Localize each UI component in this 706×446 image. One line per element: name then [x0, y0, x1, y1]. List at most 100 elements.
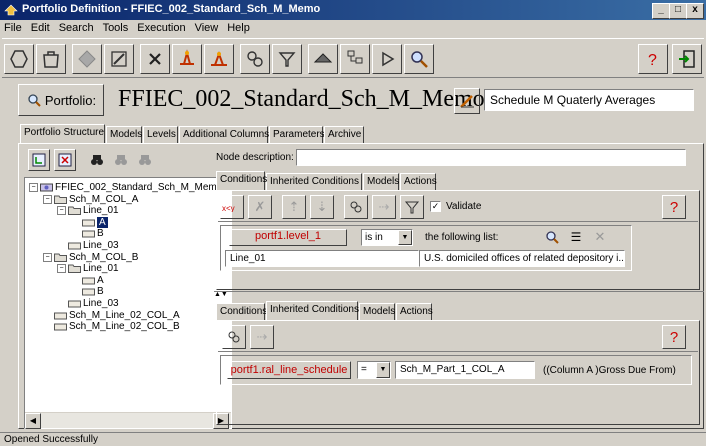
hierarchy-button[interactable]: [340, 44, 370, 74]
menu-file[interactable]: File: [0, 20, 27, 34]
condition-operator-select[interactable]: is in ▼: [361, 229, 413, 246]
tab-inherited-conditions[interactable]: Inherited Conditions: [266, 173, 362, 190]
inherited-help-button[interactable]: ?: [662, 325, 686, 349]
tab-parameters[interactable]: Parameters: [269, 126, 325, 143]
binoculars-next-icon: [139, 155, 151, 165]
splitter-arrows-icon: ▲▼: [214, 291, 228, 298]
inherited-field-button[interactable]: portf1.ral_line_schedule: [227, 361, 351, 379]
add-node-button[interactable]: [28, 149, 50, 171]
find-next-button[interactable]: [134, 149, 156, 171]
remove-condition-button[interactable]: ✗: [248, 195, 272, 219]
copy-condition-button[interactable]: ⇢: [372, 195, 396, 219]
nodes-sub-button[interactable]: [344, 195, 368, 219]
filter-sub-button[interactable]: [400, 195, 424, 219]
edit-button[interactable]: [104, 44, 134, 74]
tree-node[interactable]: Sch_M_Line_02_COL_B: [43, 320, 180, 333]
list-button[interactable]: ☰: [565, 226, 587, 248]
logic-button[interactable]: x<y: [220, 195, 244, 219]
portfolio-button[interactable]: Portfolio:: [18, 84, 104, 116]
inherited-tabs: Conditions Inherited Conditions Models A…: [216, 301, 696, 321]
node-detail-pane: Node description: Conditions Inherited C…: [214, 145, 704, 428]
lookup-button[interactable]: [541, 226, 563, 248]
inherited-operator-value: =: [361, 364, 367, 375]
tab-models-sub[interactable]: Models: [363, 173, 399, 190]
clear-list-button[interactable]: ✕: [589, 226, 611, 248]
nodes-button[interactable]: [240, 44, 270, 74]
splitter[interactable]: ▲▼: [214, 291, 704, 298]
portfolio-description-field[interactable]: Schedule M Quaterly Averages: [484, 89, 694, 111]
inherited-copy-button[interactable]: ⇢: [250, 325, 274, 349]
help-button[interactable]: ?: [638, 44, 668, 74]
save-disk-icon: [78, 50, 96, 68]
lookup-magnifier-icon: [546, 231, 559, 244]
menu-help[interactable]: Help: [223, 20, 255, 34]
tab-portfolio-structure[interactable]: Portfolio Structure: [20, 124, 105, 143]
menu-search[interactable]: Search: [55, 20, 99, 34]
tab-actions[interactable]: Actions: [400, 173, 437, 190]
collapse-icon[interactable]: −: [57, 264, 66, 274]
inherited-copy-icon: ⇢: [256, 329, 268, 344]
validate-checkbox[interactable]: ✓: [430, 201, 441, 212]
logic-operator-icon: x<y: [222, 204, 235, 212]
find-prev-button[interactable]: [110, 149, 132, 171]
collapse-icon[interactable]: −: [43, 252, 52, 262]
inherited-operator-select[interactable]: = ▼: [357, 361, 391, 379]
delete-node-icon: [58, 153, 72, 167]
minimize-button[interactable]: _: [652, 3, 670, 19]
inherited-nodes-button[interactable]: [222, 325, 246, 349]
edit-name-button[interactable]: [454, 88, 480, 114]
inherited-help-icon: ?: [669, 328, 679, 346]
play-button[interactable]: [372, 44, 402, 74]
find-node-button[interactable]: [86, 149, 108, 171]
help-sub-button[interactable]: ?: [662, 195, 686, 219]
save-button[interactable]: [72, 44, 102, 74]
collapse-icon[interactable]: −: [57, 206, 66, 216]
tree-node-label: Sch_M_Line_02_COL_A: [69, 309, 180, 321]
new-button[interactable]: [4, 44, 34, 74]
close-button[interactable]: x: [686, 3, 704, 19]
find-button[interactable]: [404, 44, 434, 74]
tab-models[interactable]: Models: [106, 126, 142, 143]
tab-archive[interactable]: Archive: [324, 126, 364, 143]
structure-pane: − FFIEC_002_Standard_Sch_M_Memo − Sch_M_COL…: [20, 145, 232, 429]
node-description-input[interactable]: [296, 149, 686, 166]
binoculars-prev-icon: [115, 155, 127, 165]
condition-field-button[interactable]: portf1.level_1: [229, 229, 347, 246]
tab-conditions-2[interactable]: Conditions: [216, 303, 267, 320]
list-icon: ☰: [570, 230, 582, 244]
portfolio-button-label: Portfolio:: [44, 92, 97, 108]
inherited-description: ((Column A )Gross Due From): [543, 365, 676, 376]
menu-view[interactable]: View: [191, 20, 224, 34]
tab-models-2[interactable]: Models: [359, 303, 395, 320]
tab-inherited-conditions-2[interactable]: Inherited Conditions: [266, 301, 359, 320]
tab-actions-2[interactable]: Actions: [396, 303, 433, 320]
filter-button[interactable]: [272, 44, 302, 74]
move-up-button[interactable]: ⇡: [282, 195, 306, 219]
tree-node-label: Line_01: [83, 205, 119, 217]
model-button[interactable]: [308, 44, 338, 74]
maximize-button[interactable]: □: [669, 3, 687, 19]
node-description-label: Node description:: [216, 152, 294, 163]
tab-levels[interactable]: Levels: [143, 126, 178, 143]
run-button[interactable]: [172, 44, 202, 74]
delete-button[interactable]: [140, 44, 170, 74]
tree-horizontal-scrollbar[interactable]: ◀ ▶: [25, 412, 231, 429]
tab-additional-columns[interactable]: Additional Columns: [179, 126, 269, 143]
collapse-icon[interactable]: −: [43, 194, 52, 204]
arrow-up-icon: ⇡: [288, 199, 300, 214]
run-all-button[interactable]: [204, 44, 234, 74]
status-text: Opened Successfully: [4, 434, 98, 445]
exit-button[interactable]: [672, 44, 702, 74]
inherited-value-field[interactable]: Sch_M_Part_1_COL_A: [395, 361, 535, 379]
tab-conditions[interactable]: Conditions: [216, 171, 267, 190]
list-value-cell[interactable]: Line_01: [225, 250, 419, 267]
delete-node-button[interactable]: [54, 149, 76, 171]
inherited-chevron-down-icon: ▼: [376, 362, 390, 378]
collapse-icon[interactable]: −: [29, 183, 38, 192]
menu-edit[interactable]: Edit: [27, 20, 55, 34]
menu-tools[interactable]: Tools: [99, 20, 134, 34]
scroll-left-icon[interactable]: ◀: [25, 413, 41, 429]
move-down-button[interactable]: ⇣: [310, 195, 334, 219]
open-button[interactable]: [36, 44, 66, 74]
menu-execution[interactable]: Execution: [133, 20, 190, 34]
